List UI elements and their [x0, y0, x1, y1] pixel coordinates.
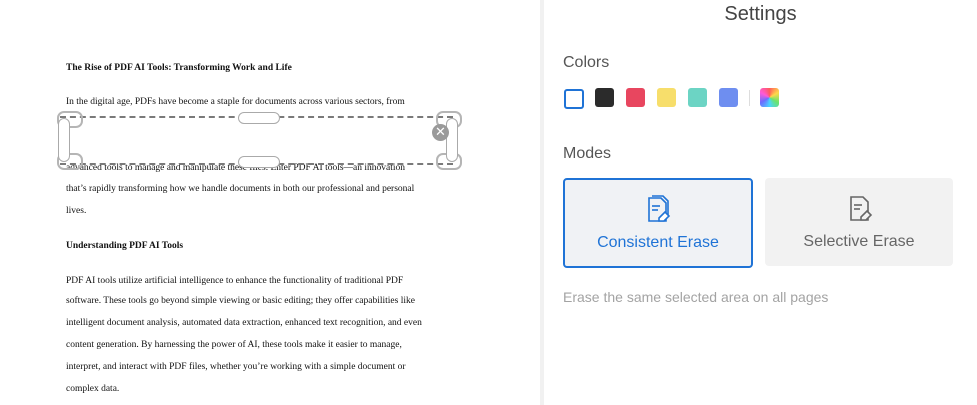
- document-line: intelligent document analysis, automated…: [66, 318, 422, 328]
- document-line: interpret, and interact with PDF files, …: [66, 362, 406, 372]
- pdf-document-page: The Rise of PDF AI Tools: Transforming W…: [0, 0, 540, 405]
- consistent-erase-icon: [648, 195, 671, 222]
- colors-label: Colors: [563, 54, 610, 71]
- settings-panel: Settings Colors Modes Consistent Erase S…: [544, 0, 977, 405]
- document-line: complex data.: [66, 384, 120, 394]
- color-swatch-blue[interactable]: [719, 88, 738, 107]
- selective-erase-button[interactable]: Selective Erase: [765, 178, 953, 266]
- color-swatch-black[interactable]: [595, 88, 614, 107]
- document-line: content generation. By harnessing the po…: [66, 340, 402, 350]
- section-heading: Understanding PDF AI Tools: [66, 241, 184, 251]
- resize-handle-bottom[interactable]: [238, 156, 280, 168]
- selective-erase-icon: [850, 196, 873, 221]
- settings-title: Settings: [724, 3, 797, 25]
- resize-handle-right[interactable]: [446, 118, 458, 162]
- mode-description: Erase the same selected area on all page…: [563, 289, 829, 305]
- consistent-erase-label: Consistent Erase: [597, 234, 719, 251]
- consistent-erase-button[interactable]: Consistent Erase: [563, 178, 753, 268]
- color-swatch-red[interactable]: [626, 88, 645, 107]
- modes-label: Modes: [563, 145, 612, 162]
- color-swatch-yellow[interactable]: [657, 88, 676, 107]
- selective-erase-label: Selective Erase: [803, 233, 915, 250]
- document-line: lives.: [66, 206, 87, 216]
- close-icon[interactable]: ✕: [432, 124, 449, 141]
- resize-handle-left[interactable]: [58, 118, 70, 162]
- document-line: that’s rapidly transforming how we handl…: [66, 184, 415, 194]
- document-line: PDF AI tools utilize artificial intellig…: [66, 276, 404, 286]
- document-line: In the digital age, PDFs have become a s…: [66, 97, 405, 107]
- document-line: software. These tools go beyond simple v…: [66, 296, 415, 306]
- color-swatch-teal[interactable]: [688, 88, 707, 107]
- swatch-separator: [749, 90, 750, 106]
- document-title: The Rise of PDF AI Tools: Transforming W…: [66, 63, 292, 73]
- custom-color-picker[interactable]: [760, 88, 779, 107]
- color-swatch-white[interactable]: [564, 89, 584, 109]
- resize-handle-top[interactable]: [238, 112, 280, 124]
